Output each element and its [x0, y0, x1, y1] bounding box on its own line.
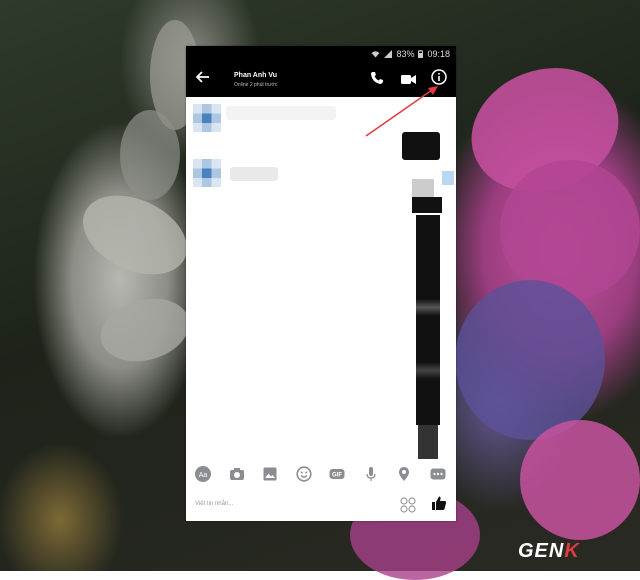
thumbs-up-icon[interactable] — [431, 495, 447, 511]
wifi-icon — [371, 51, 380, 58]
watermark-suffix: K — [564, 540, 580, 562]
flower-center — [455, 280, 605, 440]
leaf — [120, 110, 180, 200]
phone-icon[interactable] — [370, 71, 384, 90]
battery-level: 83% — [396, 49, 415, 59]
svg-text:Aa: Aa — [199, 472, 208, 479]
contact-avatar[interactable] — [193, 104, 221, 132]
gif-icon[interactable]: GIF — [329, 466, 345, 482]
signal-icon — [384, 50, 393, 58]
battery-icon — [418, 50, 424, 58]
more-icon[interactable] — [430, 466, 446, 482]
message-input[interactable]: Viết tin nhắn... — [195, 501, 233, 507]
back-arrow-icon[interactable] — [195, 70, 210, 88]
message-composer[interactable]: Viết tin nhắn... — [186, 489, 456, 521]
dice-icon[interactable] — [400, 497, 416, 513]
message-bubble-outgoing[interactable] — [412, 179, 434, 197]
contact-avatar[interactable] — [193, 159, 221, 187]
conversation-header: Phan Anh Vu Online 2 phút trước — [186, 62, 456, 97]
video-camera-icon[interactable] — [401, 72, 416, 90]
svg-text:GIF: GIF — [332, 473, 342, 479]
info-icon[interactable] — [431, 69, 447, 90]
message-list[interactable] — [186, 97, 456, 459]
seen-avatar — [442, 171, 454, 185]
composer-toolbar: Aa GIF — [186, 459, 456, 489]
status-bar: 83% 09:18 — [186, 46, 456, 62]
contact-status: Online 2 phút trước — [234, 82, 278, 88]
message-bubble-incoming[interactable] — [226, 106, 336, 120]
microphone-icon[interactable] — [363, 466, 379, 482]
message-bubble-outgoing[interactable] — [402, 132, 440, 160]
emoji-icon[interactable] — [296, 466, 312, 482]
text-format-icon[interactable]: Aa — [195, 466, 211, 482]
flower-petal — [520, 420, 640, 540]
leaf — [70, 180, 200, 290]
leaf — [93, 289, 197, 371]
clock: 09:18 — [427, 49, 450, 59]
watermark-logo: GENK — [518, 540, 580, 563]
watermark-prefix: GEN — [518, 540, 565, 562]
gallery-icon[interactable] — [262, 466, 278, 482]
phone-screen: 83% 09:18 Phan Anh Vu Online 2 phút trướ… — [186, 46, 456, 521]
flower-petal — [500, 160, 640, 300]
message-bubble-outgoing[interactable] — [412, 197, 442, 213]
location-icon[interactable] — [396, 466, 412, 482]
contact-name[interactable]: Phan Anh Vu — [234, 72, 277, 79]
message-bubble-outgoing[interactable] — [416, 215, 440, 425]
message-bubble-incoming[interactable] — [230, 167, 278, 181]
camera-icon[interactable] — [229, 466, 245, 482]
message-bubble-outgoing[interactable] — [418, 425, 438, 459]
